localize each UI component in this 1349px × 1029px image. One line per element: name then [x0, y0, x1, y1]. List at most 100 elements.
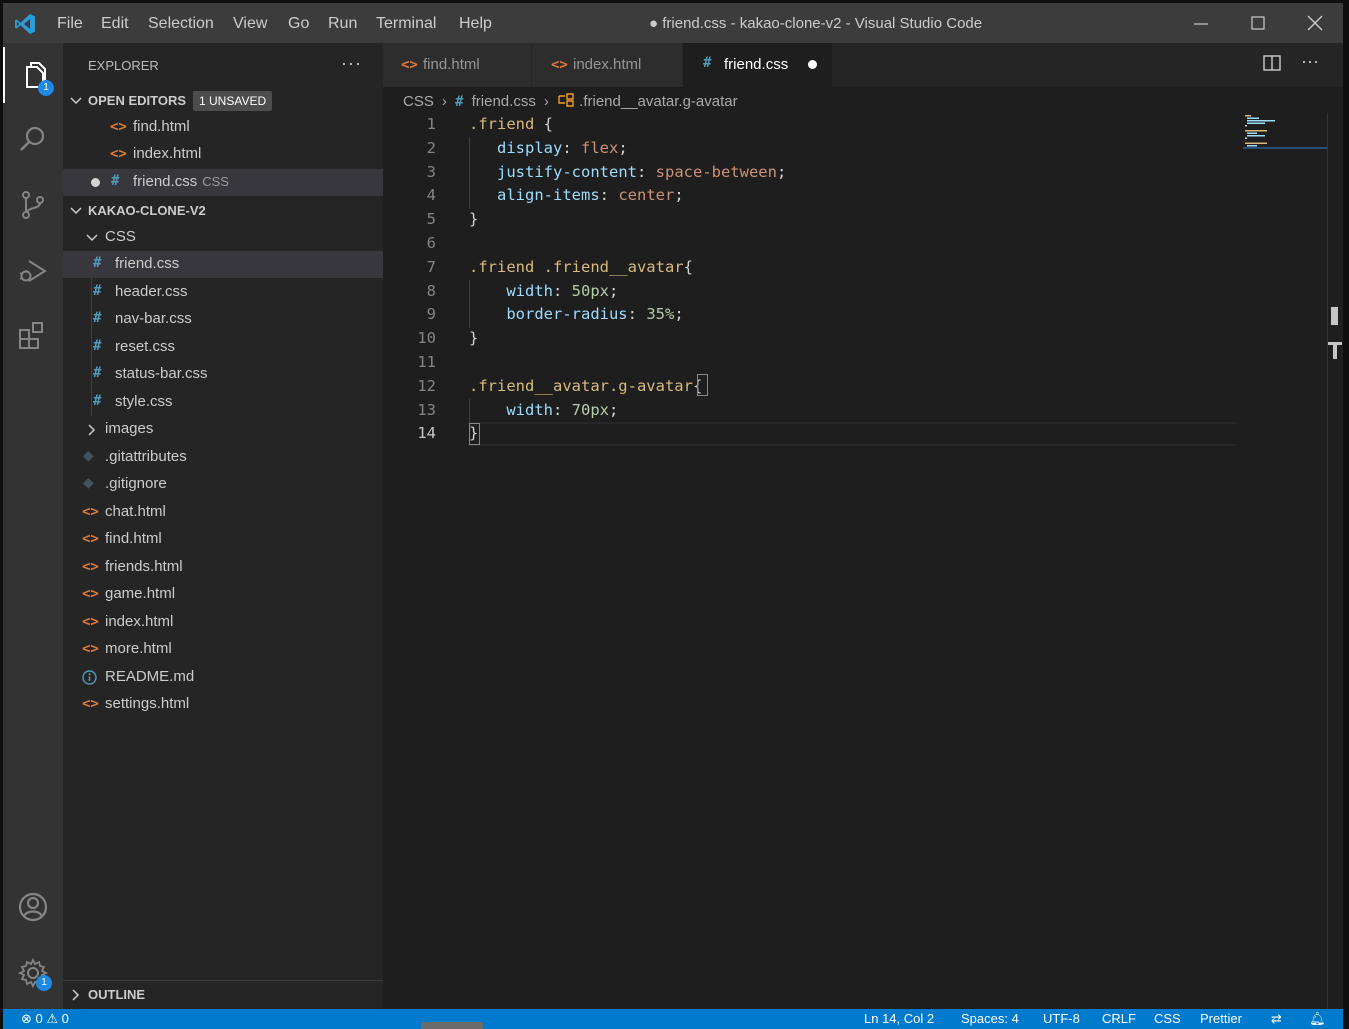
more-actions-icon[interactable]: ···: [341, 53, 362, 74]
split-editor-icon[interactable]: [1262, 53, 1282, 73]
code-line[interactable]: 1 .friend {: [383, 113, 1323, 137]
notifications-icon[interactable]: 🔔︎: [1309, 1011, 1326, 1027]
menu-edit[interactable]: Edit: [101, 15, 129, 33]
file-item[interactable]: <> game.html: [63, 581, 383, 608]
explorer-badge: 1: [38, 80, 54, 96]
code-token: ;: [609, 400, 619, 419]
menu-help[interactable]: Help: [459, 15, 492, 33]
file-item[interactable]: ◆ .gitattributes: [63, 444, 383, 471]
code-line[interactable]: 8 width: 50px;: [383, 280, 1323, 304]
css-file-icon: #: [93, 365, 102, 381]
chevron-down-icon: [70, 97, 82, 105]
breadcrumb-file[interactable]: friend.css: [472, 93, 536, 110]
explorer-sidebar: EXPLORER ··· OPEN EDITORS 1 UNSAVED <> f…: [63, 43, 383, 1009]
open-editors-header[interactable]: OPEN EDITORS 1 UNSAVED: [63, 88, 383, 114]
open-editor-name: index.html: [133, 145, 202, 162]
problems-indicator[interactable]: ⊗ 0 ⚠ 0: [21, 1011, 69, 1027]
formatter[interactable]: Prettier: [1200, 1011, 1242, 1026]
code-token: {: [534, 115, 553, 133]
code-line[interactable]: 9 border-radius: 35%;: [383, 303, 1323, 327]
code-line[interactable]: 13 width: 70px;: [383, 399, 1323, 423]
status-bar: ⊗ 0 ⚠ 0 Ln 14, Col 2 Spaces: 4 UTF-8 CRL…: [3, 1009, 1343, 1029]
source-control-activity[interactable]: [3, 177, 63, 233]
file-item[interactable]: # status-bar.css: [63, 361, 383, 388]
cursor-position[interactable]: Ln 14, Col 2: [864, 1011, 934, 1026]
breadcrumb-symbol[interactable]: .friend__avatar.g-avatar: [579, 93, 737, 110]
file-item[interactable]: <> settings.html: [63, 691, 383, 718]
run-debug-activity[interactable]: [3, 243, 63, 299]
search-activity[interactable]: [3, 111, 63, 167]
more-actions-icon[interactable]: ···: [1301, 51, 1319, 72]
file-item[interactable]: <> find.html: [63, 526, 383, 553]
code-line[interactable]: 10}: [383, 327, 1323, 351]
minimap[interactable]: [1243, 113, 1327, 153]
indentation[interactable]: Spaces: 4: [961, 1011, 1019, 1026]
end-of-line[interactable]: CRLF: [1102, 1011, 1136, 1026]
file-item[interactable]: # style.css: [63, 389, 383, 416]
maximize-icon[interactable]: [1243, 11, 1273, 37]
extensions-activity[interactable]: [3, 307, 63, 363]
code-line[interactable]: 4 align-items: center;: [383, 184, 1323, 208]
vertical-scrollbar[interactable]: [1327, 113, 1342, 1009]
code-token: .friend .friend__avatar: [469, 257, 684, 276]
menu-run[interactable]: Run: [328, 15, 357, 33]
project-header[interactable]: KAKAO-CLONE-V2: [63, 198, 383, 224]
code-line[interactable]: 6: [383, 232, 1323, 256]
outline-header[interactable]: OUTLINE: [63, 982, 383, 1008]
code-line[interactable]: 14}: [383, 422, 1323, 446]
encoding[interactable]: UTF-8: [1043, 1011, 1080, 1026]
language-mode[interactable]: CSS: [1154, 1011, 1181, 1026]
breadcrumb-folder[interactable]: CSS: [403, 93, 434, 110]
open-editor-item[interactable]: <> index.html: [63, 141, 383, 168]
source-control-icon: [22, 191, 44, 219]
file-item[interactable]: ◆ .gitignore: [63, 471, 383, 498]
menu-selection[interactable]: Selection: [148, 15, 214, 33]
close-window-icon[interactable]: [1300, 11, 1330, 37]
code-line[interactable]: 5}: [383, 208, 1323, 232]
file-item-active[interactable]: # friend.css: [63, 251, 383, 278]
file-item[interactable]: <> more.html: [63, 636, 383, 663]
explorer-activity[interactable]: 1: [3, 47, 65, 103]
menu-go[interactable]: Go: [288, 15, 309, 33]
file-item[interactable]: <> friends.html: [63, 554, 383, 581]
code-token: :: [627, 305, 647, 324]
code-line[interactable]: 11: [383, 351, 1323, 375]
line-number: 7: [426, 257, 436, 276]
tab-index-html[interactable]: <> index.html: [532, 43, 683, 87]
horizontal-scrollbar-thumb[interactable]: [421, 1022, 483, 1029]
open-editor-item-active[interactable]: # friend.css CSS: [63, 169, 383, 196]
feedback-icon[interactable]: ⇄: [1271, 1011, 1282, 1027]
code-line[interactable]: 7 .friend .friend__avatar{: [383, 256, 1323, 280]
file-item[interactable]: # header.css: [63, 279, 383, 306]
code-line[interactable]: 3 justify-content: space-between;: [383, 161, 1323, 185]
folder-css[interactable]: CSS: [63, 224, 383, 251]
tab-find-html[interactable]: <> find.html: [383, 43, 532, 87]
file-item[interactable]: <> chat.html: [63, 499, 383, 526]
code-token: {: [683, 257, 693, 276]
file-item[interactable]: README.md: [63, 664, 383, 691]
line-content: display: flex;: [469, 139, 628, 157]
open-editor-item[interactable]: <> find.html: [63, 114, 383, 141]
manage-activity[interactable]: 1: [3, 945, 63, 1001]
html-file-icon: <>: [82, 614, 99, 630]
warning-count: 0: [61, 1011, 69, 1026]
tab-friend-css[interactable]: # friend.css: [683, 43, 833, 87]
file-name: header.css: [115, 283, 188, 300]
css-file-icon: #: [703, 55, 712, 71]
folder-images[interactable]: images: [63, 416, 383, 443]
unsaved-dot-icon[interactable]: [808, 60, 817, 69]
file-item[interactable]: # nav-bar.css: [63, 306, 383, 333]
code-token: ;: [674, 186, 684, 205]
menu-file[interactable]: File: [57, 15, 83, 33]
file-item[interactable]: # reset.css: [63, 334, 383, 361]
menu-view[interactable]: View: [233, 15, 267, 33]
account-activity[interactable]: [3, 879, 63, 935]
tab-bar: <> find.html <> index.html # friend.css …: [383, 43, 1343, 87]
editor-area: <> find.html <> index.html # friend.css …: [383, 43, 1343, 1009]
code-line[interactable]: 12 .friend__avatar.g-avatar{: [383, 375, 1323, 399]
minimize-icon[interactable]: [1186, 11, 1216, 37]
code-line[interactable]: 2 display: flex;: [383, 137, 1323, 161]
menu-terminal[interactable]: Terminal: [376, 15, 436, 33]
code-token: 35%: [646, 305, 675, 324]
file-item[interactable]: <> index.html: [63, 609, 383, 636]
